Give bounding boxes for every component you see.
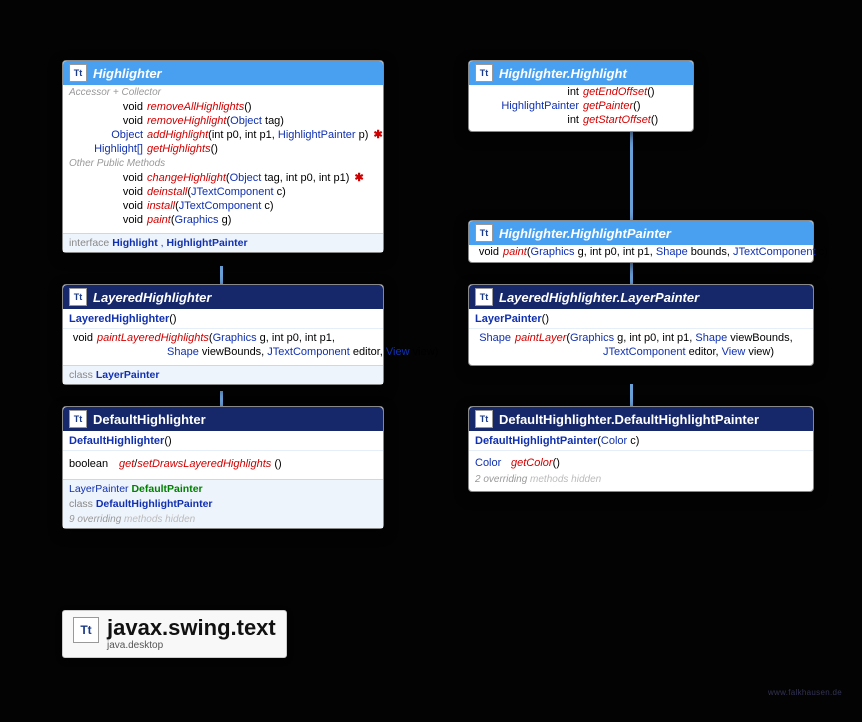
member: Highlight[] getHighlights() bbox=[63, 142, 383, 156]
member: void install(JTextComponent c) bbox=[63, 199, 383, 213]
throws-icon: ✱ bbox=[373, 129, 382, 141]
footer-1: LayerPainter DefaultPainter bbox=[63, 479, 383, 498]
member-cont: Shape viewBounds, JTextComponent editor,… bbox=[63, 345, 383, 359]
class-lp: Tt LayeredHighlighter.LayerPainter Layer… bbox=[468, 284, 814, 366]
tt-icon: Tt bbox=[69, 64, 87, 82]
member: void paintLayeredHighlights(Graphics g, … bbox=[63, 331, 383, 345]
title-text: Highlighter.Highlight bbox=[499, 66, 627, 81]
constructor: DefaultHighlightPainter(Color c) bbox=[469, 431, 813, 448]
title-text: Highlighter bbox=[93, 66, 162, 81]
member: int getEndOffset() bbox=[469, 85, 693, 99]
divider bbox=[469, 328, 813, 329]
tt-icon: Tt bbox=[475, 64, 493, 82]
throws-icon: ✱ bbox=[354, 172, 363, 184]
tt-icon: Tt bbox=[475, 288, 493, 306]
title-highlighter: Tt Highlighter bbox=[63, 61, 383, 85]
constructor: LayerPainter() bbox=[469, 309, 813, 326]
title-defhp: Tt DefaultHighlighter.DefaultHighlightPa… bbox=[469, 407, 813, 431]
tt-icon: Tt bbox=[69, 288, 87, 306]
section-accessor: Accessor + Collector bbox=[63, 85, 383, 100]
member: Color getColor() bbox=[469, 453, 813, 473]
package-name: javax.swing.text bbox=[107, 617, 276, 639]
footer-hidden: 2 overriding methods hidden bbox=[469, 473, 813, 491]
member: int getStartOffset() bbox=[469, 113, 693, 131]
member: HighlightPainter getPainter() bbox=[469, 99, 693, 113]
divider bbox=[63, 450, 383, 451]
package-module: java.desktop bbox=[107, 640, 276, 651]
title-lp: Tt LayeredHighlighter.LayerPainter bbox=[469, 285, 813, 309]
divider bbox=[469, 450, 813, 451]
title-text: LayeredHighlighter.LayerPainter bbox=[499, 290, 699, 305]
footer-2: class DefaultHighlightPainter bbox=[63, 498, 383, 513]
divider bbox=[63, 328, 383, 329]
title-highlight: Tt Highlighter.Highlight bbox=[469, 61, 693, 85]
class-hp: Tt Highlighter.HighlightPainter void pai… bbox=[468, 220, 814, 263]
title-text: DefaultHighlighter.DefaultHighlightPaint… bbox=[499, 412, 759, 427]
member: Shape paintLayer(Graphics g, int p0, int… bbox=[469, 331, 813, 345]
member: Object addHighlight(int p0, int p1, High… bbox=[63, 128, 383, 142]
tt-icon: Tt bbox=[69, 410, 87, 428]
constructor: DefaultHighlighter() bbox=[63, 431, 383, 448]
title-text: LayeredHighlighter bbox=[93, 290, 211, 305]
class-highlight: Tt Highlighter.Highlight int getEndOffse… bbox=[468, 60, 694, 132]
footer-hidden: 9 overriding methods hidden bbox=[63, 513, 383, 528]
member: void changeHighlight(Object tag, int p0,… bbox=[63, 171, 383, 185]
member-cont: JTextComponent editor, View view) bbox=[469, 345, 813, 365]
constructor: LayeredHighlighter() bbox=[63, 309, 383, 326]
tt-icon: Tt bbox=[73, 617, 99, 643]
class-layered: Tt LayeredHighlighter LayeredHighlighter… bbox=[62, 284, 384, 385]
title-layered: Tt LayeredHighlighter bbox=[63, 285, 383, 309]
footer-inner: class LayerPainter bbox=[63, 365, 383, 384]
tt-icon: Tt bbox=[475, 410, 493, 428]
title-hp: Tt Highlighter.HighlightPainter bbox=[469, 221, 813, 245]
title-text: DefaultHighlighter bbox=[93, 412, 206, 427]
package-label: Tt javax.swing.text java.desktop bbox=[62, 610, 287, 658]
member: void paint(Graphics g, int p0, int p1, S… bbox=[469, 245, 813, 262]
footer-inner: interface Highlight , HighlightPainter bbox=[63, 233, 383, 252]
member: void removeHighlight(Object tag) bbox=[63, 114, 383, 128]
conn-hp-lp bbox=[630, 262, 633, 284]
member: void paint(Graphics g) bbox=[63, 213, 383, 227]
section-other: Other Public Methods bbox=[63, 156, 383, 171]
member: boolean get/setDrawsLayeredHighlights () bbox=[63, 453, 383, 475]
class-defh: Tt DefaultHighlighter DefaultHighlighter… bbox=[62, 406, 384, 529]
title-defh: Tt DefaultHighlighter bbox=[63, 407, 383, 431]
class-highlighter: Tt Highlighter Accessor + Collector void… bbox=[62, 60, 384, 253]
conn-lp-defhp bbox=[630, 384, 633, 406]
member: void removeAllHighlights() bbox=[63, 100, 383, 114]
conn-highlight-hp bbox=[630, 131, 633, 221]
class-defhp: Tt DefaultHighlighter.DefaultHighlightPa… bbox=[468, 406, 814, 492]
title-text: Highlighter.HighlightPainter bbox=[499, 226, 671, 241]
member: void deinstall(JTextComponent c) bbox=[63, 185, 383, 199]
credit: www.falkhausen.de bbox=[768, 688, 842, 697]
tt-icon: Tt bbox=[475, 224, 493, 242]
